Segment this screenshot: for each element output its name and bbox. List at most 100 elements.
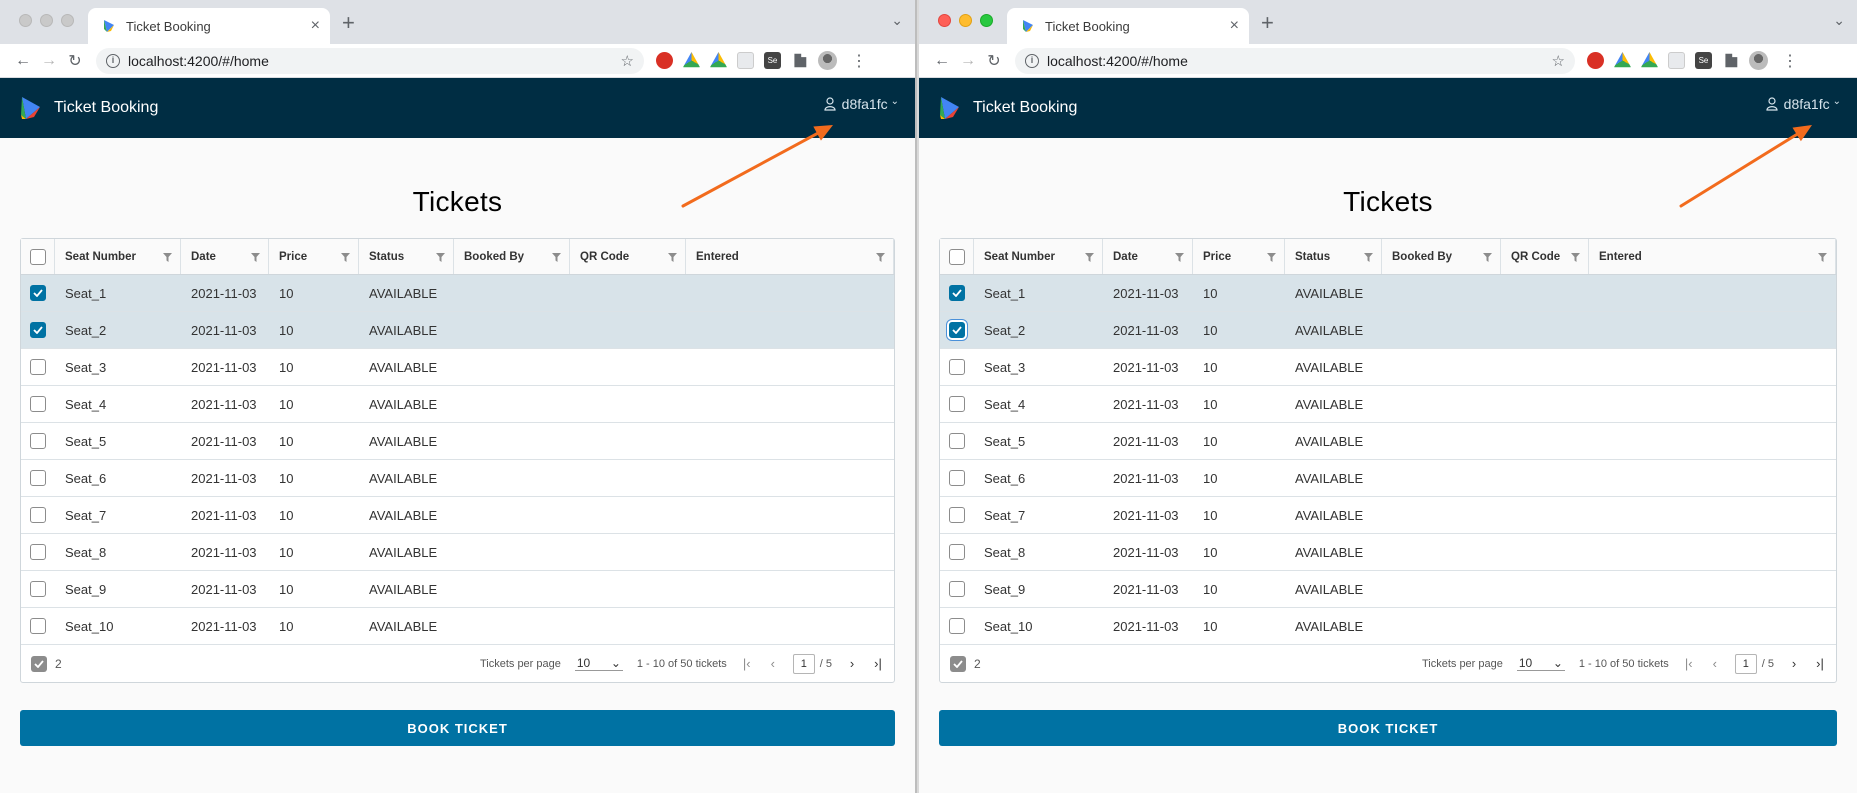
bookmark-star-icon[interactable]: ☆: [621, 52, 634, 70]
row-checkbox[interactable]: [30, 322, 46, 338]
row-checkbox[interactable]: [30, 544, 46, 560]
row-checkbox[interactable]: [30, 359, 46, 375]
row-checkbox[interactable]: [30, 433, 46, 449]
drive-extension-icon[interactable]: [683, 52, 700, 68]
table-row[interactable]: Seat_3 2021-11-03 10 AVAILABLE: [21, 349, 894, 386]
user-menu[interactable]: d8fa1fc ⌄: [1766, 96, 1841, 112]
filter-icon[interactable]: [876, 253, 885, 262]
tab-search-icon[interactable]: ⌄: [1833, 12, 1845, 29]
book-ticket-button[interactable]: BOOK TICKET: [20, 710, 895, 746]
filter-icon[interactable]: [1267, 253, 1276, 262]
row-checkbox[interactable]: [30, 285, 46, 301]
extension-icon[interactable]: [737, 52, 754, 69]
extensions-puzzle-icon[interactable]: [794, 53, 807, 68]
browser-menu-icon[interactable]: ⋮: [1782, 51, 1798, 71]
back-icon[interactable]: ←: [929, 52, 955, 70]
column-header[interactable]: Status: [359, 239, 454, 274]
forward-icon[interactable]: →: [955, 52, 981, 70]
book-ticket-button[interactable]: BOOK TICKET: [939, 710, 1837, 746]
first-page-icon[interactable]: |‹: [741, 656, 753, 671]
select-all-checkbox[interactable]: [29, 248, 46, 265]
browser-tab[interactable]: Ticket Booking ×: [1007, 8, 1249, 44]
filter-icon[interactable]: [251, 253, 260, 262]
browser-tab[interactable]: Ticket Booking ×: [88, 8, 330, 44]
table-row[interactable]: Seat_5 2021-11-03 10 AVAILABLE: [21, 423, 894, 460]
column-header[interactable]: Seat Number: [55, 239, 181, 274]
table-row[interactable]: Seat_6 2021-11-03 10 AVAILABLE: [940, 460, 1836, 497]
table-row[interactable]: Seat_6 2021-11-03 10 AVAILABLE: [21, 460, 894, 497]
table-row[interactable]: Seat_9 2021-11-03 10 AVAILABLE: [940, 571, 1836, 608]
first-page-icon[interactable]: |‹: [1683, 656, 1695, 671]
column-header[interactable]: Booked By: [454, 239, 570, 274]
table-row[interactable]: Seat_3 2021-11-03 10 AVAILABLE: [940, 349, 1836, 386]
adblock-extension-icon[interactable]: [656, 52, 673, 69]
table-row[interactable]: Seat_8 2021-11-03 10 AVAILABLE: [940, 534, 1836, 571]
address-bar[interactable]: i localhost:4200/#/home ☆: [1015, 47, 1575, 74]
drive-extension-icon[interactable]: [1614, 52, 1631, 68]
filter-icon[interactable]: [1364, 253, 1373, 262]
tab-search-icon[interactable]: ⌄: [891, 12, 903, 29]
table-row[interactable]: Seat_1 2021-11-03 10 AVAILABLE: [940, 275, 1836, 312]
close-window-button[interactable]: [19, 14, 32, 27]
filter-icon[interactable]: [436, 253, 445, 262]
table-row[interactable]: Seat_10 2021-11-03 10 AVAILABLE: [940, 608, 1836, 645]
filter-icon[interactable]: [668, 253, 677, 262]
row-checkbox[interactable]: [949, 285, 965, 301]
row-checkbox[interactable]: [949, 359, 965, 375]
column-header[interactable]: Booked By: [1382, 239, 1501, 274]
bookmark-star-icon[interactable]: ☆: [1552, 52, 1565, 70]
filter-icon[interactable]: [1483, 253, 1492, 262]
filter-icon[interactable]: [1571, 253, 1580, 262]
selenium-extension-icon[interactable]: Se: [1695, 52, 1712, 69]
address-bar[interactable]: i localhost:4200/#/home ☆: [96, 47, 644, 74]
table-row[interactable]: Seat_7 2021-11-03 10 AVAILABLE: [940, 497, 1836, 534]
filter-icon[interactable]: [341, 253, 350, 262]
extensions-puzzle-icon[interactable]: [1725, 53, 1738, 68]
column-header[interactable]: QR Code: [1501, 239, 1589, 274]
row-checkbox[interactable]: [949, 433, 965, 449]
column-header[interactable]: Seat Number: [974, 239, 1103, 274]
reload-icon[interactable]: ↻: [981, 51, 1007, 71]
next-page-icon[interactable]: ›: [846, 656, 858, 671]
prev-page-icon[interactable]: ‹: [767, 656, 779, 671]
row-checkbox[interactable]: [949, 470, 965, 486]
browser-menu-icon[interactable]: ⋮: [851, 51, 867, 71]
forward-icon[interactable]: →: [36, 52, 62, 70]
table-row[interactable]: Seat_1 2021-11-03 10 AVAILABLE: [21, 275, 894, 312]
extension-icon[interactable]: [1668, 52, 1685, 69]
table-row[interactable]: Seat_9 2021-11-03 10 AVAILABLE: [21, 571, 894, 608]
minimize-window-button[interactable]: [40, 14, 53, 27]
table-row[interactable]: Seat_4 2021-11-03 10 AVAILABLE: [21, 386, 894, 423]
drive-extension-icon[interactable]: [710, 52, 727, 68]
last-page-icon[interactable]: ›|: [872, 656, 884, 671]
table-row[interactable]: Seat_2 2021-11-03 10 AVAILABLE: [940, 312, 1836, 349]
table-row[interactable]: Seat_8 2021-11-03 10 AVAILABLE: [21, 534, 894, 571]
column-header[interactable]: Price: [269, 239, 359, 274]
prev-page-icon[interactable]: ‹: [1709, 656, 1721, 671]
row-checkbox[interactable]: [949, 581, 965, 597]
close-tab-icon[interactable]: ×: [1230, 17, 1239, 35]
filter-icon[interactable]: [1085, 253, 1094, 262]
table-row[interactable]: Seat_10 2021-11-03 10 AVAILABLE: [21, 608, 894, 645]
row-checkbox[interactable]: [949, 322, 965, 338]
user-menu[interactable]: d8fa1fc ⌄: [824, 96, 899, 112]
row-checkbox[interactable]: [30, 396, 46, 412]
column-header[interactable]: QR Code: [570, 239, 686, 274]
profile-avatar[interactable]: [1749, 51, 1768, 70]
maximize-window-button[interactable]: [980, 14, 993, 27]
table-row[interactable]: Seat_4 2021-11-03 10 AVAILABLE: [940, 386, 1836, 423]
row-checkbox[interactable]: [30, 507, 46, 523]
table-row[interactable]: Seat_2 2021-11-03 10 AVAILABLE: [21, 312, 894, 349]
row-checkbox[interactable]: [949, 618, 965, 634]
new-tab-button[interactable]: +: [342, 10, 355, 36]
back-icon[interactable]: ←: [10, 52, 36, 70]
row-checkbox[interactable]: [949, 544, 965, 560]
row-checkbox[interactable]: [30, 618, 46, 634]
row-checkbox[interactable]: [30, 470, 46, 486]
new-tab-button[interactable]: +: [1261, 10, 1274, 36]
column-header[interactable]: Date: [181, 239, 269, 274]
filter-icon[interactable]: [163, 253, 172, 262]
table-row[interactable]: Seat_5 2021-11-03 10 AVAILABLE: [940, 423, 1836, 460]
per-page-select[interactable]: 10 ⌄: [574, 656, 623, 671]
filter-icon[interactable]: [1818, 253, 1827, 262]
